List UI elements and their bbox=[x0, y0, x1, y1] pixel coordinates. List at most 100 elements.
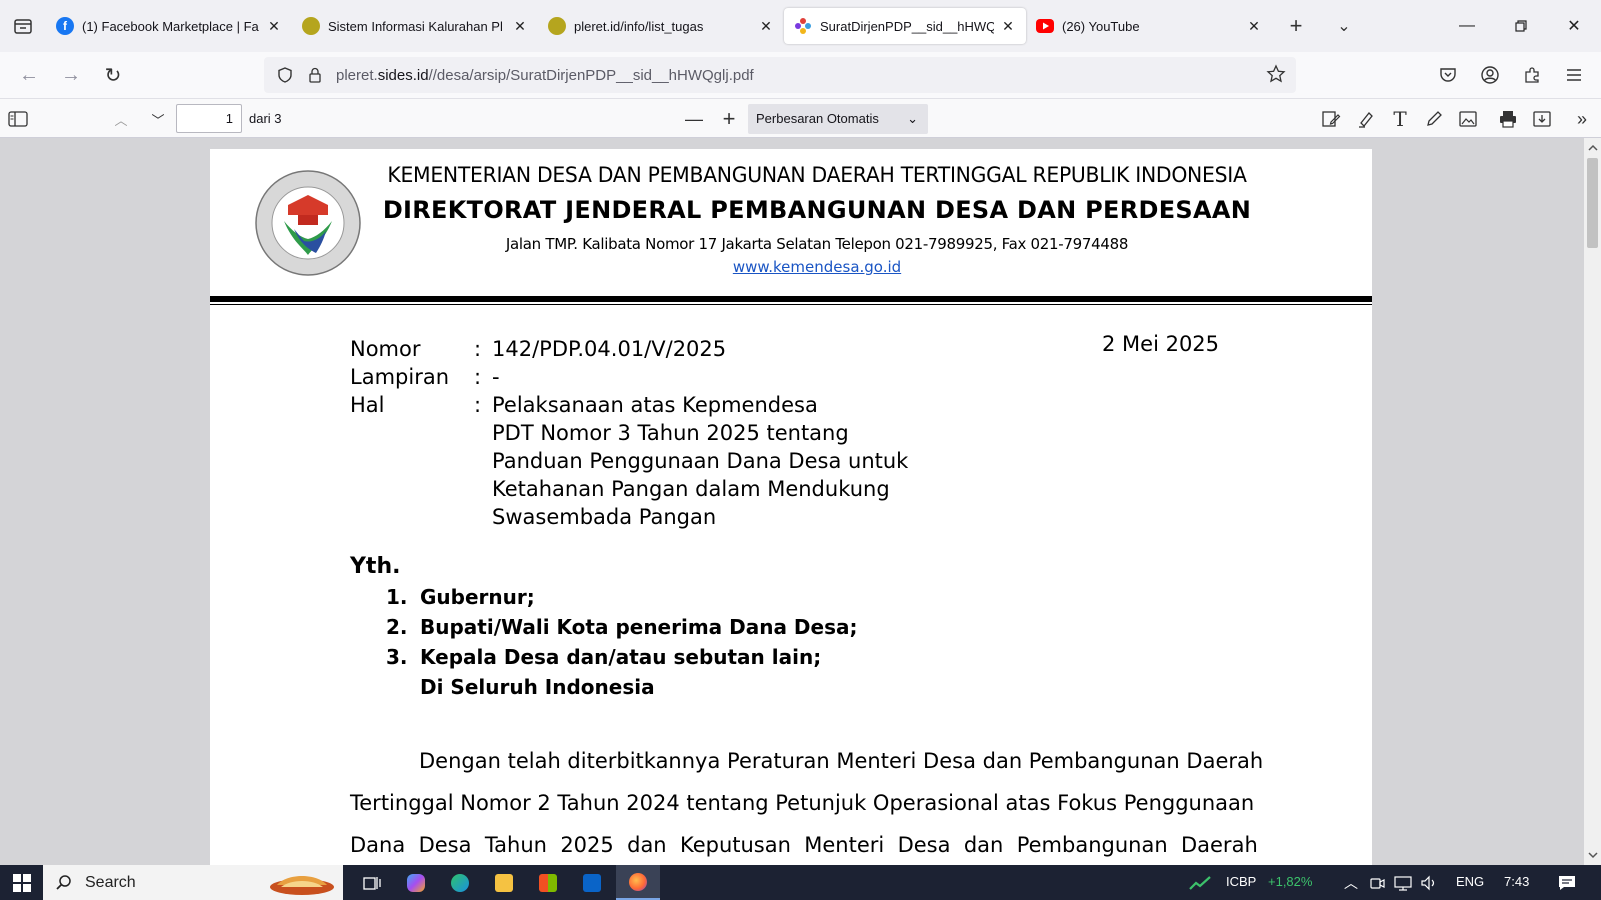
pocket-button[interactable] bbox=[1428, 58, 1468, 92]
next-page-button[interactable]: ﹀ bbox=[144, 105, 172, 133]
add-text-button[interactable]: T bbox=[1386, 105, 1414, 133]
app-menu-button[interactable] bbox=[1554, 58, 1594, 92]
restore-button[interactable] bbox=[1494, 0, 1548, 52]
draw-button[interactable] bbox=[1420, 105, 1448, 133]
hal-line: PDT Nomor 3 Tahun 2025 tentang bbox=[492, 421, 849, 445]
restore-icon bbox=[1515, 20, 1527, 32]
close-tab-icon[interactable]: ✕ bbox=[512, 18, 528, 35]
scrollbar-thumb[interactable] bbox=[1587, 158, 1598, 248]
forward-button[interactable]: → bbox=[50, 59, 92, 91]
meet-now-icon bbox=[1370, 877, 1385, 889]
chevron-up-icon: ︿ bbox=[114, 112, 128, 128]
close-tab-icon[interactable]: ✕ bbox=[758, 18, 774, 35]
windows-taskbar: Search ICBP +1,82% ︿ ENG 7:43 bbox=[0, 865, 1601, 900]
back-button[interactable]: ← bbox=[8, 59, 50, 91]
body-line: Dengan telah diterbitkannya Peraturan Me… bbox=[419, 749, 1264, 773]
edge-button[interactable] bbox=[440, 865, 480, 900]
scroll-up-arrow-icon[interactable] bbox=[1586, 140, 1599, 154]
minimize-button[interactable]: — bbox=[1440, 0, 1494, 52]
printer-icon bbox=[1500, 111, 1516, 128]
nomor-label: Nomor bbox=[350, 337, 421, 361]
network-button[interactable] bbox=[1392, 865, 1414, 900]
show-hidden-icons-button[interactable]: ︿ bbox=[1340, 865, 1362, 900]
recipient-location-text: Di Seluruh Indonesia bbox=[420, 675, 655, 699]
zoom-select[interactable]: Perbesaran Otomatis ⌄ bbox=[748, 104, 928, 134]
copilot-icon bbox=[407, 873, 425, 892]
tab-youtube[interactable]: (26) YouTube ✕ bbox=[1026, 8, 1272, 44]
close-tab-icon[interactable]: ✕ bbox=[1246, 18, 1262, 35]
outlook-button[interactable] bbox=[572, 865, 612, 900]
notifications-button[interactable] bbox=[1548, 865, 1586, 900]
tools-overflow-button[interactable]: » bbox=[1568, 105, 1596, 133]
url-bar[interactable]: pleret.sides.id//desa/arsip/SuratDirjenP… bbox=[264, 57, 1296, 93]
edit-document-icon bbox=[1322, 111, 1341, 127]
new-tab-button[interactable]: + bbox=[1272, 13, 1320, 39]
toggle-sidebar-button[interactable] bbox=[4, 105, 32, 133]
input-language[interactable]: ENG bbox=[1456, 874, 1484, 889]
colon: : bbox=[474, 365, 482, 389]
pdf-puzzle-icon bbox=[794, 17, 812, 35]
hal-subject: Pelaksanaan atas Kepmendesa PDT Nomor 3 … bbox=[492, 391, 922, 531]
nomor-value: 142/PDP.04.01/V/2025 bbox=[492, 337, 727, 361]
body-line: Dana Desa Tahun 2025 dan Keputusan Mente… bbox=[350, 833, 1258, 857]
tab-label: pleret.id/info/list_tugas bbox=[574, 18, 704, 34]
tray-app-button[interactable] bbox=[1366, 865, 1388, 900]
zoom-select-value: Perbesaran Otomatis bbox=[756, 111, 879, 126]
arrow-right-icon: → bbox=[61, 63, 81, 86]
letterhead-address: Jalan TMP. Kalibata Nomor 17 Jakarta Sel… bbox=[505, 235, 1129, 253]
save-pdf-button[interactable] bbox=[1528, 105, 1556, 133]
zoom-in-button[interactable]: + bbox=[715, 105, 743, 133]
copilot-button[interactable] bbox=[396, 865, 436, 900]
hal-line: Pelaksanaan atas Kepmendesa bbox=[492, 393, 818, 417]
tab-list-icon bbox=[14, 19, 32, 34]
tab-overflow-button[interactable]: ⌄ bbox=[1320, 16, 1368, 36]
close-window-button[interactable]: ✕ bbox=[1547, 0, 1601, 52]
navigation-toolbar: ← → ↻ pleret.sides.id//desa/arsip/SuratD… bbox=[0, 52, 1601, 98]
taskbar-search-box[interactable]: Search bbox=[43, 865, 343, 900]
tab-sistem-informasi[interactable]: Sistem Informasi Kalurahan Pl ✕ bbox=[292, 8, 538, 44]
tab-strip: f (1) Facebook Marketplace | Fa ✕ Sistem… bbox=[0, 0, 1601, 52]
stock-widget[interactable] bbox=[1186, 865, 1214, 900]
add-image-button[interactable] bbox=[1454, 105, 1482, 133]
task-view-button[interactable] bbox=[352, 865, 392, 900]
list-all-tabs-button[interactable] bbox=[0, 0, 46, 52]
close-tab-icon[interactable]: ✕ bbox=[266, 18, 282, 35]
volume-button[interactable] bbox=[1418, 865, 1440, 900]
pdf-toolbar: ︿ ﹀ 1 dari 3 — + Perbesaran Otomatis ⌄ T… bbox=[0, 98, 1601, 138]
page-number-input[interactable]: 1 bbox=[176, 104, 242, 133]
extensions-button[interactable] bbox=[1512, 58, 1552, 92]
highlight-button[interactable] bbox=[1352, 105, 1380, 133]
tab-facebook-marketplace[interactable]: f (1) Facebook Marketplace | Fa ✕ bbox=[46, 8, 292, 44]
tab-surat-dirjen-pdf[interactable]: SuratDirjenPDP__sid__hHWQ ✕ bbox=[784, 8, 1026, 44]
zoom-out-button[interactable]: — bbox=[680, 105, 708, 133]
firefox-button[interactable] bbox=[616, 865, 660, 900]
chevron-down-icon: ⌄ bbox=[907, 111, 918, 126]
previous-page-button[interactable]: ︿ bbox=[107, 105, 135, 133]
reload-button[interactable]: ↻ bbox=[92, 59, 134, 91]
file-explorer-button[interactable] bbox=[484, 865, 524, 900]
pdf-viewer[interactable]: KEMENTERIAN DESA DAN PEMBANGUNAN DAERAH … bbox=[0, 138, 1601, 865]
pdf-page: KEMENTERIAN DESA DAN PEMBANGUNAN DAERAH … bbox=[210, 149, 1372, 865]
tab-label: Sistem Informasi Kalurahan Pl bbox=[328, 18, 503, 34]
edit-pdf-button[interactable] bbox=[1317, 105, 1345, 133]
arrow-left-icon: ← bbox=[19, 63, 39, 86]
colon: : bbox=[474, 337, 482, 361]
chevron-up-icon: ︿ bbox=[1344, 874, 1358, 891]
clock-time[interactable]: 7:43 bbox=[1504, 874, 1529, 889]
letterhead-website-link[interactable]: www.kemendesa.go.id bbox=[362, 258, 1272, 276]
search-highlight-icon bbox=[270, 876, 334, 895]
print-button[interactable] bbox=[1494, 105, 1522, 133]
kemendesa-logo bbox=[255, 170, 361, 276]
bookmark-star-icon[interactable] bbox=[1266, 64, 1286, 84]
start-button[interactable] bbox=[0, 865, 43, 900]
tab-pleret-list-tugas[interactable]: pleret.id/info/list_tugas ✕ bbox=[538, 8, 784, 44]
vertical-scrollbar[interactable] bbox=[1584, 138, 1601, 865]
microsoft-store-button[interactable] bbox=[528, 865, 568, 900]
scroll-down-arrow-icon[interactable] bbox=[1586, 848, 1599, 862]
account-button[interactable] bbox=[1470, 58, 1510, 92]
outlook-icon bbox=[583, 873, 601, 892]
close-tab-icon[interactable]: ✕ bbox=[1000, 18, 1016, 35]
facebook-icon: f bbox=[56, 17, 74, 35]
account-icon bbox=[1481, 66, 1499, 84]
letterhead-directorate: DIREKTORAT JENDERAL PEMBANGUNAN DESA DAN… bbox=[382, 196, 1252, 224]
